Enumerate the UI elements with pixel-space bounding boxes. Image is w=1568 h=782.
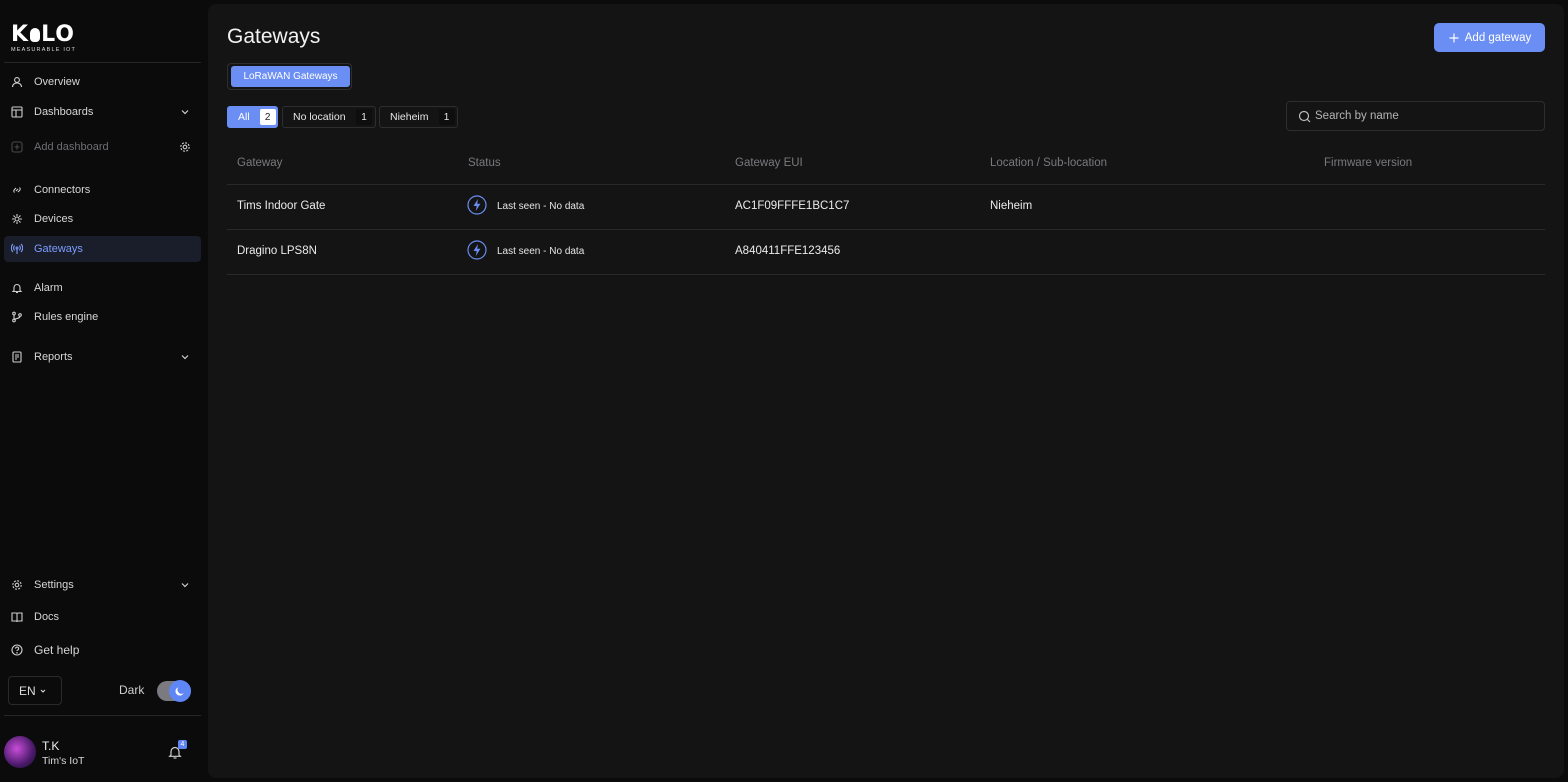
sidebar-item-label: Settings <box>34 579 74 591</box>
filter-no-location[interactable]: No location 1 <box>282 106 376 128</box>
chevron-down-icon[interactable] <box>179 579 191 591</box>
gear-icon <box>10 578 24 592</box>
filter-count: 2 <box>259 109 276 125</box>
chevron-down-icon[interactable] <box>179 351 191 363</box>
sidebar-item-label: Get help <box>34 643 80 657</box>
sidebar-item-label: Dashboards <box>34 106 94 118</box>
moon-icon <box>169 680 191 702</box>
lightning-icon <box>467 240 487 260</box>
sidebar-item-overview[interactable]: Overview <box>4 69 201 95</box>
filter-all[interactable]: All 2 <box>227 106 278 128</box>
sidebar-item-connectors[interactable]: Connectors <box>4 177 201 203</box>
divider <box>4 62 201 63</box>
sidebar-item-label: Add dashboard <box>34 141 109 153</box>
divider <box>227 274 1545 275</box>
search-icon <box>1298 110 1311 122</box>
sidebar-item-settings[interactable]: Settings <box>4 572 201 598</box>
connectors-icon <box>10 183 24 197</box>
filter-count: 1 <box>438 109 455 125</box>
devices-icon <box>10 212 24 226</box>
gateway-eui: A840411FFE123456 <box>735 245 841 257</box>
filter-count: 1 <box>356 109 372 125</box>
gateway-location: Nieheim <box>990 200 1033 212</box>
tab-bar: LoRaWAN Gateways <box>227 63 352 90</box>
help-icon <box>10 643 24 657</box>
bell-icon <box>10 281 24 295</box>
tab-lorawan-gateways[interactable]: LoRaWAN Gateways <box>231 66 350 87</box>
sidebar-item-label: Rules engine <box>34 311 99 323</box>
status-text: Last seen - No data <box>497 201 585 212</box>
language-select[interactable]: EN <box>8 676 62 705</box>
sidebar-item-reports[interactable]: Reports <box>4 344 201 370</box>
gateway-name[interactable]: Dragino LPS8N <box>237 245 317 257</box>
sidebar-item-dashboards[interactable]: Dashboards <box>4 99 201 125</box>
plus-icon <box>1449 33 1459 42</box>
divider <box>227 229 1545 230</box>
sidebar-item-label: Overview <box>34 76 80 88</box>
sidebar-item-gateways[interactable]: Gateways <box>4 236 201 262</box>
sidebar-item-label: Gateways <box>34 243 83 255</box>
filter-label: No location <box>293 111 346 123</box>
divider <box>227 184 1545 185</box>
sidebar-item-get-help[interactable]: Get help <box>4 637 201 663</box>
sidebar: K LO MEASURABLE IOT Overview Dashboards A… <box>0 0 207 782</box>
lightning-icon <box>467 195 487 215</box>
book-icon <box>10 610 24 624</box>
avatar[interactable] <box>4 736 36 768</box>
gateway-eui: AC1F09FFFE1BC1C7 <box>735 200 850 212</box>
notification-count-badge: 4 <box>178 740 187 749</box>
chevron-down-icon[interactable] <box>179 106 191 118</box>
sidebar-item-alarm[interactable]: Alarm <box>4 275 201 301</box>
column-header-location[interactable]: Location / Sub-location <box>990 157 1107 169</box>
column-header-firmware[interactable]: Firmware version <box>1324 157 1412 169</box>
plus-square-icon <box>10 140 24 154</box>
report-icon <box>10 350 24 364</box>
sidebar-item-devices[interactable]: Devices <box>4 206 201 232</box>
sidebar-item-label: Alarm <box>34 282 63 294</box>
divider <box>4 715 201 716</box>
sidebar-item-docs[interactable]: Docs <box>4 604 201 630</box>
user-icon <box>10 75 24 89</box>
dashboard-icon <box>10 105 24 119</box>
search-input[interactable] <box>1315 110 1525 122</box>
main-panel: Gateways Add gateway LoRaWAN Gateways Al… <box>208 4 1564 778</box>
gateway-name[interactable]: Tims Indoor Gate <box>237 200 325 212</box>
user-name: T.K <box>42 739 60 753</box>
gear-icon[interactable] <box>179 141 191 153</box>
sidebar-item-add-dashboard[interactable]: Add dashboard <box>4 134 201 160</box>
column-header-status[interactable]: Status <box>468 157 501 169</box>
language-value: EN <box>19 683 36 698</box>
add-gateway-button[interactable]: Add gateway <box>1434 23 1545 52</box>
add-gateway-label: Add gateway <box>1464 31 1532 44</box>
branch-icon <box>10 310 24 324</box>
column-header-gateway-eui[interactable]: Gateway EUI <box>735 157 803 169</box>
page-title: Gateways <box>227 25 321 48</box>
logo[interactable]: K LO MEASURABLE IOT <box>11 22 77 54</box>
chevron-down-icon <box>40 689 46 693</box>
search-field[interactable] <box>1286 101 1545 131</box>
sidebar-item-rules-engine[interactable]: Rules engine <box>4 304 201 330</box>
sidebar-item-label: Reports <box>34 351 73 363</box>
theme-toggle[interactable] <box>157 680 191 702</box>
filter-label: Nieheim <box>390 111 429 123</box>
logo-wordmark: K LO <box>11 22 75 47</box>
theme-label: Dark <box>119 683 145 697</box>
gateway-icon <box>10 242 24 256</box>
user-org: Tim's IoT <box>42 755 85 767</box>
column-header-gateway[interactable]: Gateway <box>237 157 282 169</box>
sidebar-item-label: Devices <box>34 213 74 225</box>
sidebar-item-label: Connectors <box>34 184 91 196</box>
logo-tagline: MEASURABLE IOT <box>11 47 77 53</box>
status-text: Last seen - No data <box>497 246 585 257</box>
filter-nieheim[interactable]: Nieheim 1 <box>379 106 458 128</box>
sidebar-item-label: Docs <box>34 611 60 623</box>
filter-label: All <box>238 111 250 123</box>
